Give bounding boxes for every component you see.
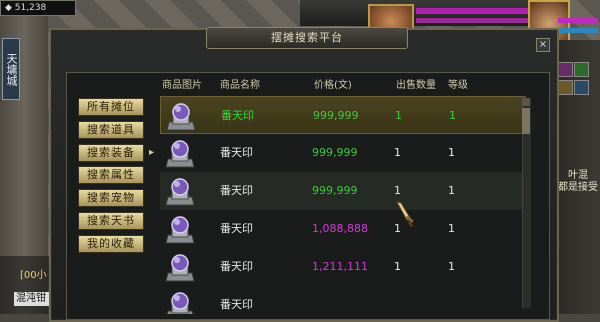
item-quantity: 1 bbox=[395, 109, 402, 122]
table-row[interactable]: 番天印 999,999 1 1 bbox=[160, 134, 526, 172]
item-level: 1 bbox=[448, 184, 455, 197]
table-row[interactable]: 番天印 999,999 1 1 bbox=[160, 172, 526, 210]
item-name: 番天印 bbox=[220, 184, 253, 197]
item-price: 1,088,888 bbox=[312, 222, 368, 235]
table-row[interactable]: 番天印 bbox=[160, 286, 526, 314]
all-stalls-button[interactable]: 所有摊位 bbox=[78, 98, 144, 116]
table-row[interactable]: 番天印 1,088,888 1 1 bbox=[160, 210, 526, 248]
seal-item-icon bbox=[165, 100, 197, 132]
player-hp-bar bbox=[558, 18, 598, 23]
item-level: 1 bbox=[448, 146, 455, 159]
skill-icon[interactable] bbox=[558, 80, 573, 95]
item-price: 999,999 bbox=[312, 146, 358, 159]
table-row[interactable]: 番天印 999,999 1 1 bbox=[160, 96, 526, 134]
listing-table: 番天印 999,999 1 1 番天印 999,999 1 1 番天印 999,999 1 1 番… bbox=[160, 96, 526, 314]
seal-item-icon bbox=[164, 213, 196, 245]
table-row[interactable]: 番天印 1,211,111 1 1 bbox=[160, 248, 526, 286]
my-favorites-button[interactable]: 我的收藏 bbox=[78, 235, 144, 253]
seal-item-icon bbox=[164, 175, 196, 207]
search-books-button[interactable]: 搜索天书 bbox=[78, 212, 144, 230]
gold-value: 51,238 bbox=[14, 3, 47, 13]
col-item-image: 商品图片 bbox=[162, 80, 202, 91]
item-level: 1 bbox=[448, 260, 455, 273]
skill-icon[interactable] bbox=[574, 80, 589, 95]
item-quantity: 1 bbox=[394, 260, 401, 273]
chat-line: [00小 bbox=[20, 270, 47, 281]
item-price: 1,211,111 bbox=[312, 260, 368, 273]
item-name: 番天印 bbox=[220, 146, 253, 159]
seal-item-icon bbox=[164, 289, 196, 314]
item-level: 1 bbox=[449, 109, 456, 122]
col-level[interactable]: 等级 bbox=[448, 78, 468, 94]
search-equipment-button[interactable]: 搜索装备 bbox=[78, 144, 144, 162]
item-price: 999,999 bbox=[313, 109, 359, 122]
player-mp-bar bbox=[558, 28, 598, 33]
dagger-cursor-icon bbox=[396, 201, 414, 228]
scroll-thumb[interactable] bbox=[522, 108, 530, 134]
col-price[interactable]: 价格(文) bbox=[314, 78, 352, 94]
item-quantity: 1 bbox=[394, 146, 401, 159]
table-header: 商品图片 商品名称 价格(文) 出售数量 等级 bbox=[158, 78, 530, 94]
item-price: 999,999 bbox=[312, 184, 358, 197]
city-sign: 天墉城 bbox=[2, 38, 20, 100]
item-name: 番天印 bbox=[221, 109, 254, 122]
gold-readout: ◆ 51,238 bbox=[0, 0, 76, 16]
dialog-title: 摆摊搜索平台 bbox=[206, 27, 408, 49]
search-items-button[interactable]: 搜索道具 bbox=[78, 121, 144, 139]
close-button[interactable]: × bbox=[536, 38, 550, 52]
hp-bar bbox=[416, 8, 530, 14]
item-name: 番天印 bbox=[220, 260, 253, 273]
col-quantity[interactable]: 出售数量 bbox=[396, 78, 436, 94]
seal-item-icon bbox=[164, 251, 196, 283]
item-name: 番天印 bbox=[220, 298, 253, 311]
right-side-text: 叶混 都是接受 bbox=[558, 170, 598, 193]
buff-icon[interactable] bbox=[558, 62, 573, 77]
search-pets-button[interactable]: 搜索宠物 bbox=[78, 189, 144, 207]
mp-bar bbox=[416, 18, 530, 23]
col-item-name[interactable]: 商品名称 bbox=[220, 78, 260, 94]
item-level: 1 bbox=[448, 222, 455, 235]
item-name: 番天印 bbox=[220, 222, 253, 235]
seal-item-icon bbox=[164, 137, 196, 169]
search-attributes-button[interactable]: 搜索属性 bbox=[78, 166, 144, 184]
scroll-up-button[interactable] bbox=[522, 98, 530, 106]
selected-arrow-icon: ▸ bbox=[149, 147, 155, 158]
buff-icon[interactable] bbox=[574, 62, 589, 77]
